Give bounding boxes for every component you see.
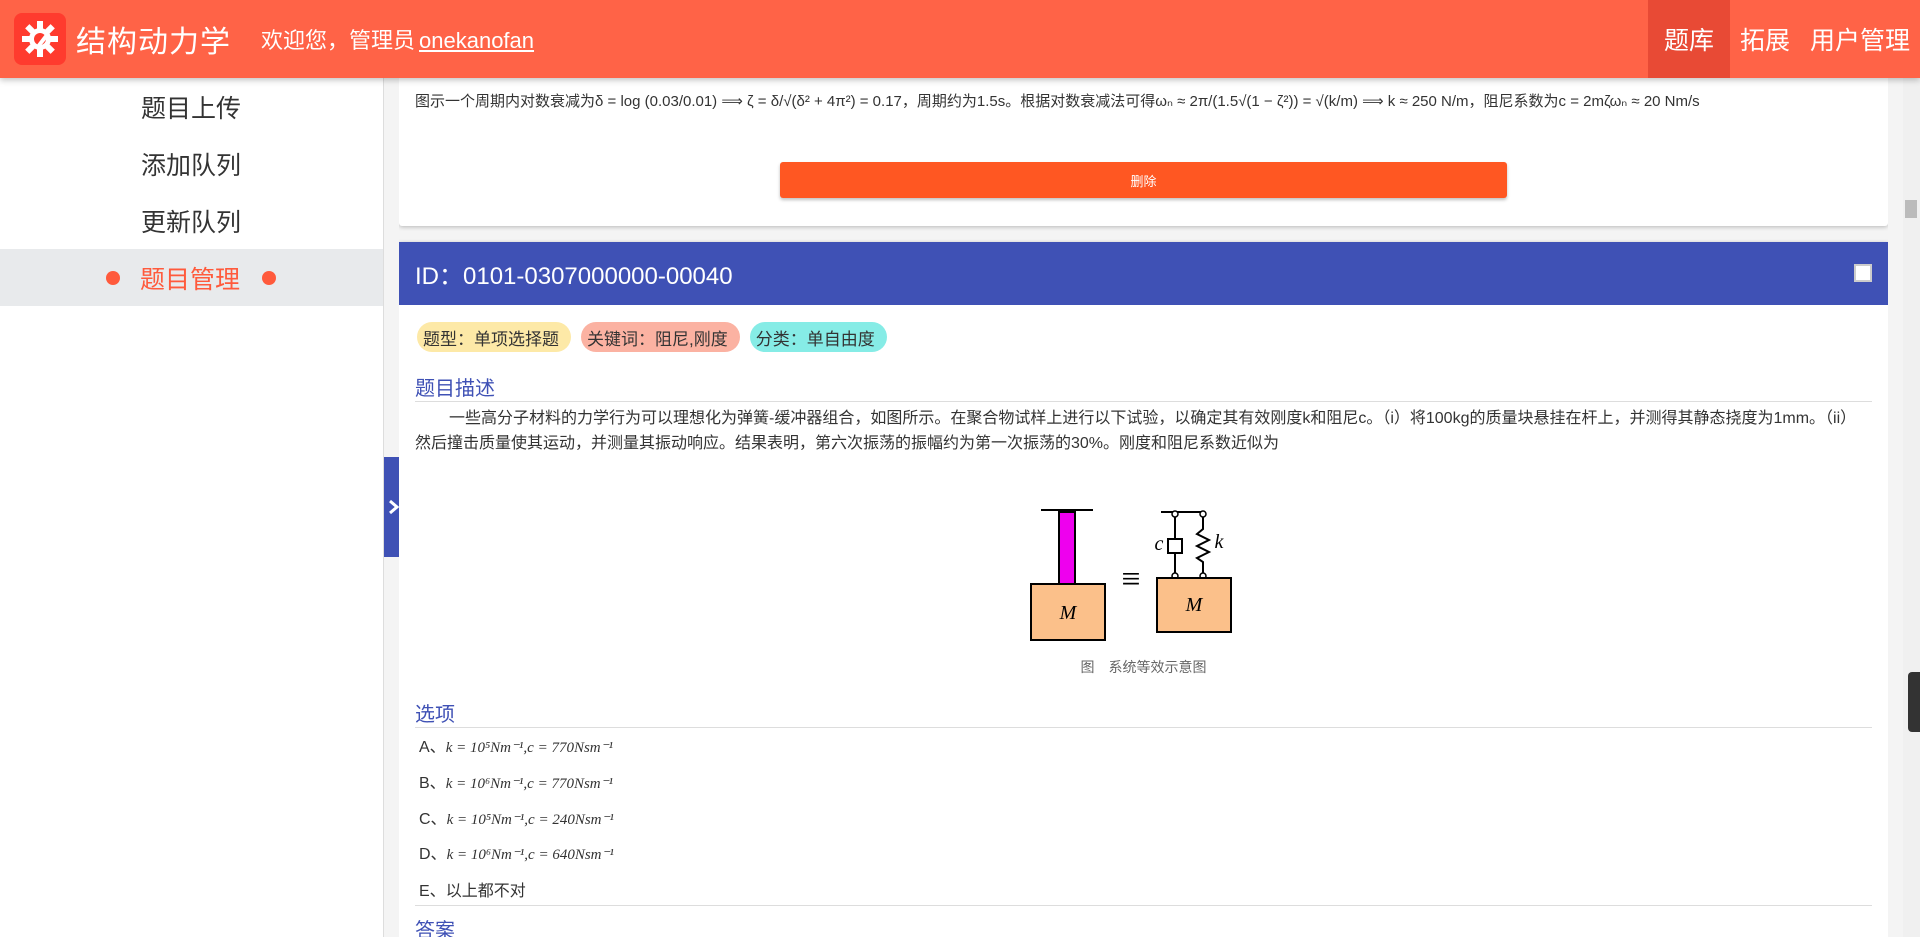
- divider: [415, 727, 1872, 728]
- options-title: 选项: [415, 704, 455, 726]
- option-text: k = 10⁵Nm⁻¹,c = 240Nsm⁻¹: [446, 812, 614, 828]
- divider: [415, 905, 1872, 906]
- sidebar-item-label: 题目管理: [140, 265, 241, 294]
- delete-button[interactable]: 删除: [780, 162, 1507, 198]
- top-header: 结构动力学 欢迎您，管理员 onekanofan 题库 拓展 用户管理: [0, 0, 1920, 78]
- main-content: 图示一个周期内对数衰减为δ = log (0.03/0.01) ⟹ ζ = δ/…: [399, 78, 1888, 937]
- analysis-text: 图示一个周期内对数衰减为δ = log (0.03/0.01) ⟹ ζ = δ/…: [415, 93, 1700, 110]
- divider: [415, 401, 1872, 402]
- side-panel-handle[interactable]: [1908, 672, 1920, 732]
- welcome-text: 欢迎您，管理员 onekanofan: [261, 23, 534, 55]
- mass-label: M: [1059, 602, 1078, 624]
- sidebar-item-add-queue[interactable]: 添加队列: [0, 135, 383, 192]
- nav-user-management[interactable]: 用户管理: [1800, 0, 1920, 78]
- option-c: C、k = 10⁵Nm⁻¹,c = 240Nsm⁻¹: [419, 805, 614, 829]
- option-e: E、以上都不对: [419, 877, 526, 901]
- option-prefix: C、: [419, 811, 447, 828]
- question-card-header: ID：0101-0307000000-00040: [399, 242, 1888, 305]
- nav-question-bank[interactable]: 题库: [1647, 0, 1730, 78]
- nav-extension[interactable]: 拓展: [1730, 0, 1800, 78]
- active-dot-icon: [262, 270, 277, 285]
- sidebar-item-label: 添加队列: [141, 151, 242, 180]
- sidebar-item-update-queue[interactable]: 更新队列: [0, 192, 383, 249]
- damper-label: c: [1155, 533, 1164, 555]
- option-prefix: B、: [419, 775, 446, 792]
- system-figure: M ≡ c k M: [1027, 504, 1247, 659]
- question-id: ID：0101-0307000000-00040: [415, 263, 733, 290]
- tag-category: 分类：单自由度: [749, 322, 887, 352]
- sidebar-item-label: 题目上传: [141, 94, 242, 123]
- option-text: k = 10⁶Nm⁻¹,c = 640Nsm⁻¹: [446, 847, 614, 863]
- username-link[interactable]: onekanofan: [419, 28, 534, 53]
- sidebar-item-upload[interactable]: 题目上传: [0, 78, 383, 135]
- description-title: 题目描述: [415, 378, 495, 400]
- option-b: B、k = 10⁶Nm⁻¹,c = 770Nsm⁻¹: [419, 769, 613, 793]
- option-prefix: D、: [419, 846, 447, 863]
- spring-label: k: [1215, 531, 1225, 553]
- question-card: ID：0101-0307000000-00040 题型：单项选择题 关键词：阻尼…: [399, 242, 1888, 937]
- option-prefix: A、: [419, 739, 446, 756]
- app-title: 结构动力学: [76, 26, 231, 59]
- option-a: A、k = 10⁵Nm⁻¹,c = 770Nsm⁻¹: [419, 733, 613, 757]
- tag-keywords: 关键词：阻尼,刚度: [581, 322, 740, 352]
- welcome-label: 欢迎您，管理员: [261, 28, 416, 53]
- sidebar-item-question-management[interactable]: 题目管理: [0, 249, 383, 306]
- tag-list: 题型：单项选择题 关键词：阻尼,刚度 分类：单自由度: [417, 322, 887, 352]
- option-text: k = 10⁵Nm⁻¹,c = 770Nsm⁻¹: [445, 740, 614, 756]
- question-description: 一些高分子材料的力学行为可以理想化为弹簧-缓冲器组合，如图所示。在聚合物试样上进…: [415, 410, 1857, 452]
- gear-icon[interactable]: [14, 13, 66, 65]
- sidebar-item-label: 更新队列: [141, 208, 242, 237]
- active-dot-icon: [106, 270, 120, 285]
- equivalence-symbol: ≡: [1121, 561, 1140, 598]
- option-text: 以上都不对: [445, 883, 526, 900]
- mass-label: M: [1185, 594, 1204, 616]
- scrollbar-thumb[interactable]: [1905, 200, 1917, 218]
- previous-question-card: 图示一个周期内对数衰减为δ = log (0.03/0.01) ⟹ ζ = δ/…: [399, 78, 1888, 226]
- select-checkbox[interactable]: [1854, 264, 1872, 282]
- tag-type: 题型：单项选择题: [417, 322, 571, 352]
- option-prefix: E、: [419, 883, 446, 900]
- answer-title: 答案: [415, 920, 455, 937]
- figure-caption: 图 系统等效示意图: [1080, 659, 1207, 675]
- option-d: D、k = 10⁶Nm⁻¹,c = 640Nsm⁻¹: [419, 840, 614, 864]
- option-text: k = 10⁶Nm⁻¹,c = 770Nsm⁻¹: [445, 776, 614, 792]
- sidebar: 题目上传 添加队列 更新队列 题目管理: [0, 78, 384, 937]
- top-nav: 题库 拓展 用户管理: [1647, 0, 1920, 78]
